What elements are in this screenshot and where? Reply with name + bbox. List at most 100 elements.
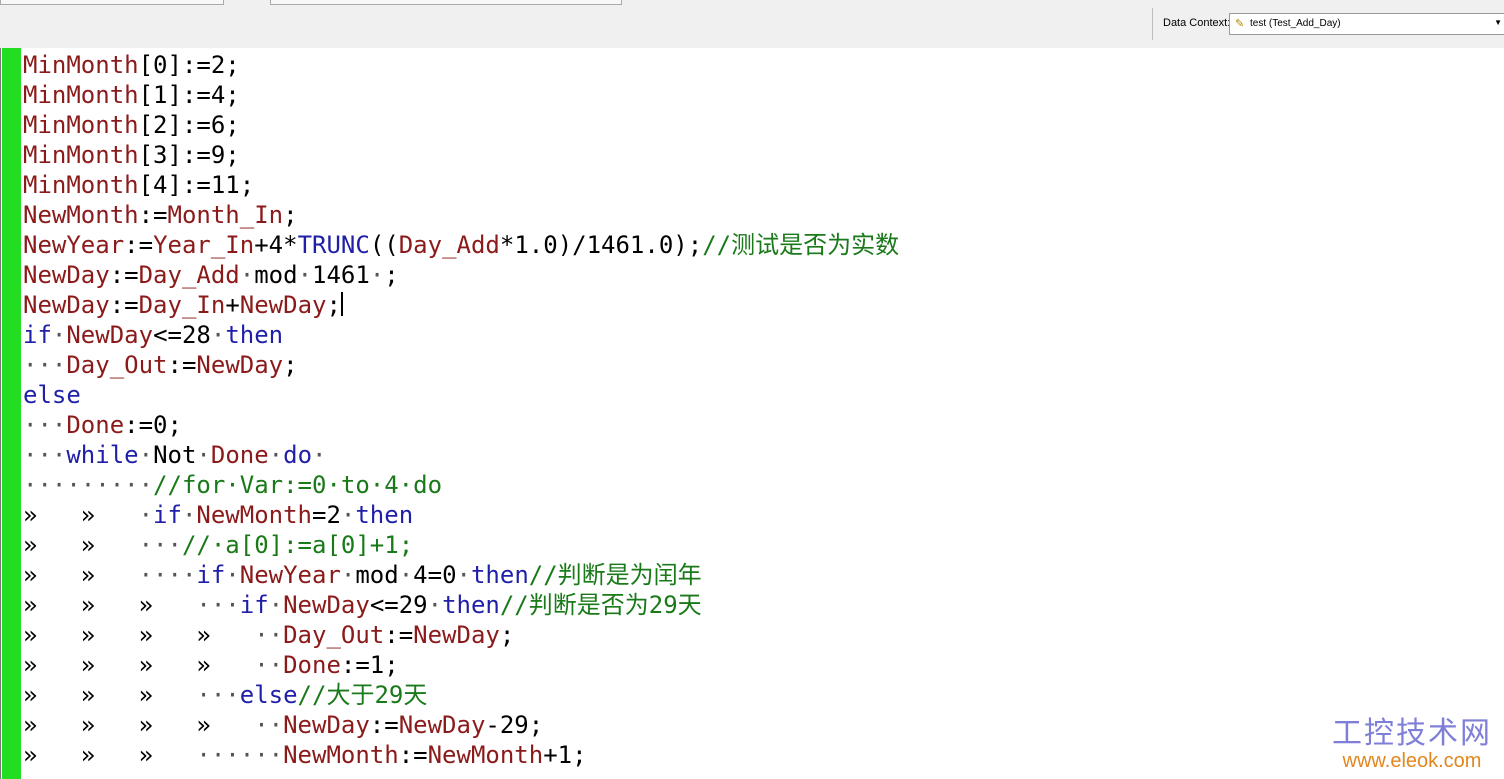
code-token: if: [196, 561, 226, 589]
code-token: ·: [427, 591, 443, 619]
code-token: MinMonth: [23, 171, 139, 199]
code-token: ;: [384, 261, 399, 289]
code-line[interactable]: » » » ···if·NewDay<=29·then//判断是否为29天: [23, 590, 899, 620]
code-token: ·: [268, 591, 284, 619]
code-token: ·: [51, 321, 67, 349]
code-line[interactable]: » » ····if·NewYear·mod·4=0·then//判断是为闰年: [23, 560, 899, 590]
code-token: » »: [23, 561, 139, 589]
top-toolbar: Data Context: ✎ test (Test_Add_Day) ▼: [0, 0, 1504, 43]
code-token: Day_Add: [138, 261, 240, 289]
data-context-label: Data Context:: [1163, 17, 1231, 29]
code-line[interactable]: if·NewDay<=28·then: [23, 320, 899, 350]
code-line[interactable]: » » » » ··Day_Out:=NewDay;: [23, 620, 899, 650]
code-line[interactable]: NewDay:=Day_In+NewDay;: [23, 290, 899, 320]
code-token: [3]:=9;: [138, 141, 240, 169]
code-token: Day_In: [138, 291, 226, 319]
code-token: :=: [167, 351, 197, 379]
code-token: //判断是否为29天: [499, 591, 702, 619]
code-token: ···: [23, 351, 67, 379]
tab-left[interactable]: [0, 0, 224, 5]
code-token: NewDay: [196, 351, 284, 379]
code-token: <=28: [153, 321, 211, 349]
code-line[interactable]: ···while·Not·Done·do·: [23, 440, 899, 470]
tab-right[interactable]: [270, 0, 622, 5]
code-token: ······: [196, 741, 284, 769]
code-token: [0]:=2;: [138, 51, 240, 79]
code-token: ···: [23, 441, 67, 469]
code-line[interactable]: ···Done:=0;: [23, 410, 899, 440]
code-token: ··: [254, 621, 284, 649]
code-token: NewDay: [239, 291, 327, 319]
code-token: do: [283, 441, 313, 469]
code-token: :=: [109, 291, 139, 319]
chevron-down-icon[interactable]: ▼: [1494, 18, 1502, 27]
code-token: +: [225, 291, 240, 319]
code-token: NewYear: [239, 561, 341, 589]
code-token: :=: [124, 231, 154, 259]
code-token: » » »: [23, 681, 197, 709]
code-token: ·: [312, 441, 327, 469]
code-editor[interactable]: MinMonth[0]:=2; MinMonth[1]:=4; MinMonth[2…: [0, 48, 1504, 779]
code-token: ·: [181, 501, 197, 529]
code-token: //for·Var:=0·to·4·do: [153, 471, 443, 499]
code-line[interactable]: » » » ······NewMonth:=NewMonth+1;: [23, 740, 899, 770]
code-line[interactable]: MinMonth[0]:=2;: [23, 50, 899, 80]
code-line[interactable]: else: [23, 380, 899, 410]
code-line[interactable]: ···Day_Out:=NewDay;: [23, 350, 899, 380]
pencil-icon: ✎: [1235, 18, 1245, 30]
code-token: NewDay: [23, 261, 110, 289]
code-token: ·: [398, 561, 414, 589]
code-token: Year_In: [153, 231, 255, 259]
code-token: MinMonth: [23, 81, 139, 109]
code-line[interactable]: MinMonth[4]:=11;: [23, 170, 899, 200]
code-token: » »: [23, 501, 139, 529]
code-token: :=: [138, 201, 168, 229]
watermark-url: www.eleok.com: [1342, 750, 1482, 772]
code-line[interactable]: MinMonth[3]:=9;: [23, 140, 899, 170]
code-token: MinMonth: [23, 111, 139, 139]
code-line[interactable]: MinMonth[2]:=6;: [23, 110, 899, 140]
code-token: ·: [225, 561, 240, 589]
code-text-area[interactable]: MinMonth[0]:=2; MinMonth[1]:=4; MinMonth[2…: [23, 50, 899, 770]
code-token: ·: [210, 321, 226, 349]
code-token: NewMonth: [23, 201, 139, 229]
code-token: :=: [398, 741, 428, 769]
code-token: ·: [196, 441, 211, 469]
editor-gutter: [2, 48, 21, 779]
code-token: if: [153, 501, 182, 529]
code-token: » » »: [23, 591, 197, 619]
code-line[interactable]: » » » » ··NewDay:=NewDay-29;: [23, 710, 899, 740]
code-token: while: [66, 441, 139, 469]
data-context-select[interactable]: ✎ test (Test_Add_Day) ▼: [1229, 13, 1504, 35]
code-token: then: [225, 321, 284, 349]
code-token: //测试是否为实数: [702, 231, 900, 259]
code-line[interactable]: » » ···//·a[0]:=a[0]+1;: [23, 530, 899, 560]
code-line[interactable]: » » ·if·NewMonth=2·then: [23, 500, 899, 530]
code-line[interactable]: ·········//for·Var:=0·to·4·do: [23, 470, 899, 500]
code-line[interactable]: NewDay:=Day_Add·mod·1461·;: [23, 260, 899, 290]
code-token: » » » »: [23, 621, 255, 649]
code-token: MinMonth: [23, 141, 139, 169]
code-token: //·a[0]:=a[0]+1;: [181, 531, 414, 559]
code-token: ·: [340, 501, 356, 529]
code-token: ·: [297, 261, 313, 289]
code-token: ·: [138, 501, 154, 529]
code-token: MinMonth: [23, 51, 139, 79]
code-token: +4*: [254, 231, 298, 259]
code-line[interactable]: NewMonth:=Month_In;: [23, 200, 899, 230]
code-token: Day_Add: [398, 231, 500, 259]
code-token: :=: [369, 711, 399, 739]
code-token: Day_Out: [283, 621, 385, 649]
code-token: then: [470, 561, 529, 589]
code-line[interactable]: » » » » ··Done:=1;: [23, 650, 899, 680]
code-token: //大于29天: [297, 681, 428, 709]
code-token: ;: [499, 621, 515, 649]
code-line[interactable]: MinMonth[1]:=4;: [23, 80, 899, 110]
code-token: if: [23, 321, 52, 349]
code-line[interactable]: NewYear:=Year_In+4*TRUNC((Day_Add*1.0)/1…: [23, 230, 899, 260]
code-token: Not: [153, 441, 197, 469]
code-token: NewDay: [23, 291, 110, 319]
watermark-title: 工控技术网: [1332, 716, 1492, 751]
code-token: » » » »: [23, 711, 255, 739]
code-line[interactable]: » » » ···else//大于29天: [23, 680, 899, 710]
